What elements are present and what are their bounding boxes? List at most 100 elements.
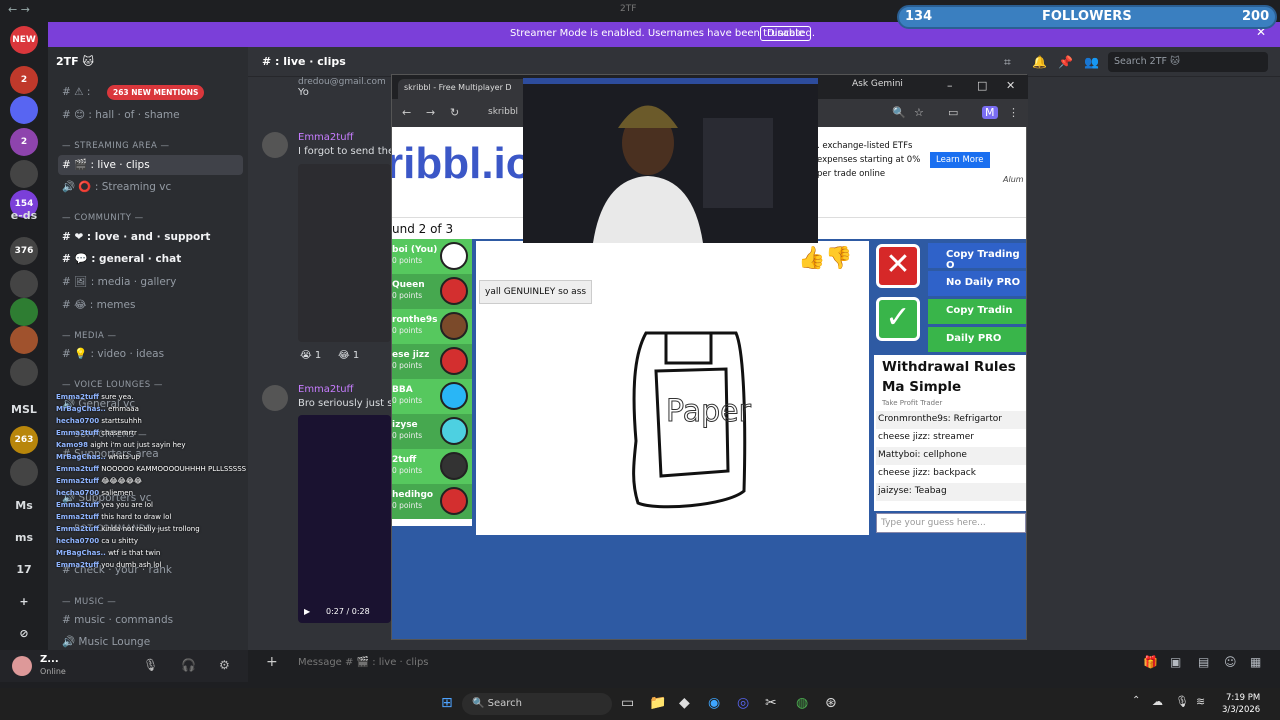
- channel-live-clips[interactable]: # 🎬 : live · clips: [58, 155, 243, 175]
- message-composer[interactable]: + Message # 🎬 : live · clips 🎁 ▣ ▤ ☺ ▦: [258, 652, 1270, 674]
- chrome-icon[interactable]: ◍: [796, 695, 808, 711]
- microphone-icon[interactable]: 🎙: [143, 658, 158, 672]
- category-community[interactable]: — COMMUNITY —: [62, 213, 144, 223]
- channel-item[interactable]: # 😊 : hall · of · shame: [58, 105, 243, 125]
- server-icon[interactable]: [10, 326, 38, 354]
- check-vote-button[interactable]: ✓: [876, 297, 920, 341]
- channel-music-lounge[interactable]: 🔊 Music Lounge: [58, 632, 243, 652]
- guess-input[interactable]: Type your guess here...: [876, 513, 1026, 533]
- clock[interactable]: 7:19 PM 3/3/2026: [1222, 692, 1260, 716]
- minimize-icon[interactable]: –: [947, 79, 953, 92]
- forward-icon[interactable]: →: [426, 106, 435, 119]
- reload-icon[interactable]: ↻: [450, 106, 459, 119]
- avatar[interactable]: [262, 385, 288, 411]
- reaction[interactable]: 😭 1: [300, 350, 321, 361]
- headphones-icon[interactable]: 🎧: [181, 658, 196, 672]
- emoji-icon[interactable]: ☺: [1224, 655, 1237, 669]
- wifi-icon[interactable]: ≋: [1196, 695, 1205, 708]
- server-icon[interactable]: 2: [10, 128, 38, 156]
- address-input[interactable]: skribbl: [488, 107, 518, 117]
- server-icon[interactable]: [10, 160, 38, 188]
- members-icon[interactable]: 👥: [1084, 55, 1099, 69]
- category-media[interactable]: — MEDIA —: [62, 331, 116, 341]
- player-row[interactable]: 2tuff 0 points: [392, 449, 472, 484]
- channel-love-support[interactable]: # ❤ : love · and · support: [58, 227, 243, 247]
- channel-music-commands[interactable]: # music · commands: [58, 610, 243, 630]
- search-input[interactable]: Search 2TF 🐱: [1108, 52, 1268, 72]
- discord-icon[interactable]: ◎: [737, 695, 749, 711]
- category-streaming[interactable]: — STREAMING AREA —: [62, 141, 169, 151]
- copilot-icon[interactable]: ◆: [679, 695, 690, 711]
- new-mentions-badge[interactable]: 263 NEW MENTIONS: [107, 85, 205, 100]
- back-icon[interactable]: ←: [402, 106, 411, 119]
- player-row[interactable]: hedihgo 0 points: [392, 484, 472, 519]
- channel-media-gallery[interactable]: # 🖼 : media · gallery: [58, 272, 243, 292]
- promo-row[interactable]: No Daily PRO: [928, 271, 1026, 296]
- server-icon[interactable]: [10, 298, 38, 326]
- avatar[interactable]: [262, 132, 288, 158]
- server-icon[interactable]: e-ds: [10, 202, 38, 230]
- close-vote-button[interactable]: ✕: [876, 244, 920, 288]
- sidepanel-icon[interactable]: ▭: [948, 106, 958, 119]
- obs-icon[interactable]: ⊛: [825, 695, 837, 711]
- server-icon[interactable]: [10, 458, 38, 486]
- server-icon[interactable]: ms: [10, 524, 38, 552]
- disable-button[interactable]: Disable: [760, 26, 812, 41]
- start-icon[interactable]: ⊞: [441, 695, 453, 711]
- server-icon[interactable]: MSL: [10, 396, 38, 424]
- drawing-canvas[interactable]: yall GENUINLEY so ass 👍👎 Paper: [476, 241, 869, 535]
- channel-memes[interactable]: # 😂 : memes: [58, 295, 243, 315]
- server-icon[interactable]: [10, 270, 38, 298]
- promo-row[interactable]: Copy Tradin: [928, 299, 1026, 324]
- taskview-icon[interactable]: ▭: [621, 695, 634, 711]
- apps-icon[interactable]: ▦: [1250, 655, 1261, 669]
- channel-video-ideas[interactable]: # 💡 : video · ideas: [58, 344, 243, 364]
- maximize-icon[interactable]: □: [977, 79, 987, 92]
- mic-icon[interactable]: 🎙: [1175, 695, 1189, 708]
- browser-tab[interactable]: skribbl - Free Multiplayer D: [398, 79, 538, 99]
- server-icon[interactable]: +: [10, 588, 38, 616]
- channel-streaming-vc[interactable]: 🔊 ⭕ : Streaming vc: [58, 177, 243, 197]
- menu-icon[interactable]: ⋮: [1008, 106, 1019, 119]
- server-icon[interactable]: 263: [10, 426, 38, 454]
- message-author[interactable]: Emma2tuff: [298, 132, 353, 143]
- server-icon[interactable]: NEW: [10, 26, 38, 54]
- zoom-icon[interactable]: 🔍: [892, 106, 906, 119]
- gif-icon[interactable]: ▣: [1170, 655, 1181, 669]
- server-icon[interactable]: [10, 96, 38, 124]
- player-row[interactable]: izyse 0 points: [392, 414, 472, 449]
- onedrive-icon[interactable]: ☁: [1152, 695, 1163, 708]
- promo-row[interactable]: Daily PRO: [928, 327, 1026, 352]
- player-row[interactable]: BBA 0 points: [392, 379, 472, 414]
- player-row[interactable]: Queen 0 points: [392, 274, 472, 309]
- promo-row[interactable]: Copy Trading O: [928, 243, 1026, 271]
- player-row[interactable]: ronthe9s 0 points: [392, 309, 472, 344]
- channel-general-chat[interactable]: # 💬 : general · chat: [58, 249, 243, 269]
- threads-icon[interactable]: ⌗: [1004, 55, 1011, 70]
- server-name[interactable]: 2TF 🐱: [56, 55, 94, 68]
- reaction[interactable]: 😂 1: [338, 350, 359, 361]
- server-icon[interactable]: ⊘: [10, 620, 38, 648]
- ask-gemini-button[interactable]: Ask Gemini: [852, 79, 903, 89]
- server-icon[interactable]: [10, 358, 38, 386]
- message-author[interactable]: Emma2tuff: [298, 384, 353, 395]
- folder-icon[interactable]: 📁: [649, 695, 666, 711]
- player-row[interactable]: boi (You) 0 points: [392, 239, 472, 274]
- sticker-icon[interactable]: ▤: [1198, 655, 1209, 669]
- gift-icon[interactable]: 🎁: [1143, 655, 1158, 669]
- category-voice[interactable]: — VOICE LOUNGES —: [62, 380, 163, 390]
- bell-icon[interactable]: 🔔: [1032, 55, 1047, 69]
- nav-arrows[interactable]: ← →: [8, 3, 30, 16]
- avatar[interactable]: [12, 656, 32, 676]
- video-player[interactable]: [298, 415, 391, 623]
- tray-arrow-icon[interactable]: ⌃: [1132, 695, 1140, 706]
- profile-icon[interactable]: M: [982, 106, 998, 119]
- advertisement[interactable]: . exchange-listed ETFs expenses starting…: [817, 127, 1026, 217]
- play-icon[interactable]: ▶: [304, 607, 310, 616]
- pin-icon[interactable]: 📌: [1058, 55, 1073, 69]
- learn-more-button[interactable]: Learn More: [930, 152, 990, 168]
- server-icon[interactable]: 17: [10, 556, 38, 584]
- star-icon[interactable]: ☆: [914, 106, 924, 119]
- capcut-icon[interactable]: ✂: [765, 695, 777, 711]
- taskbar-search[interactable]: 🔍 Search: [462, 693, 612, 715]
